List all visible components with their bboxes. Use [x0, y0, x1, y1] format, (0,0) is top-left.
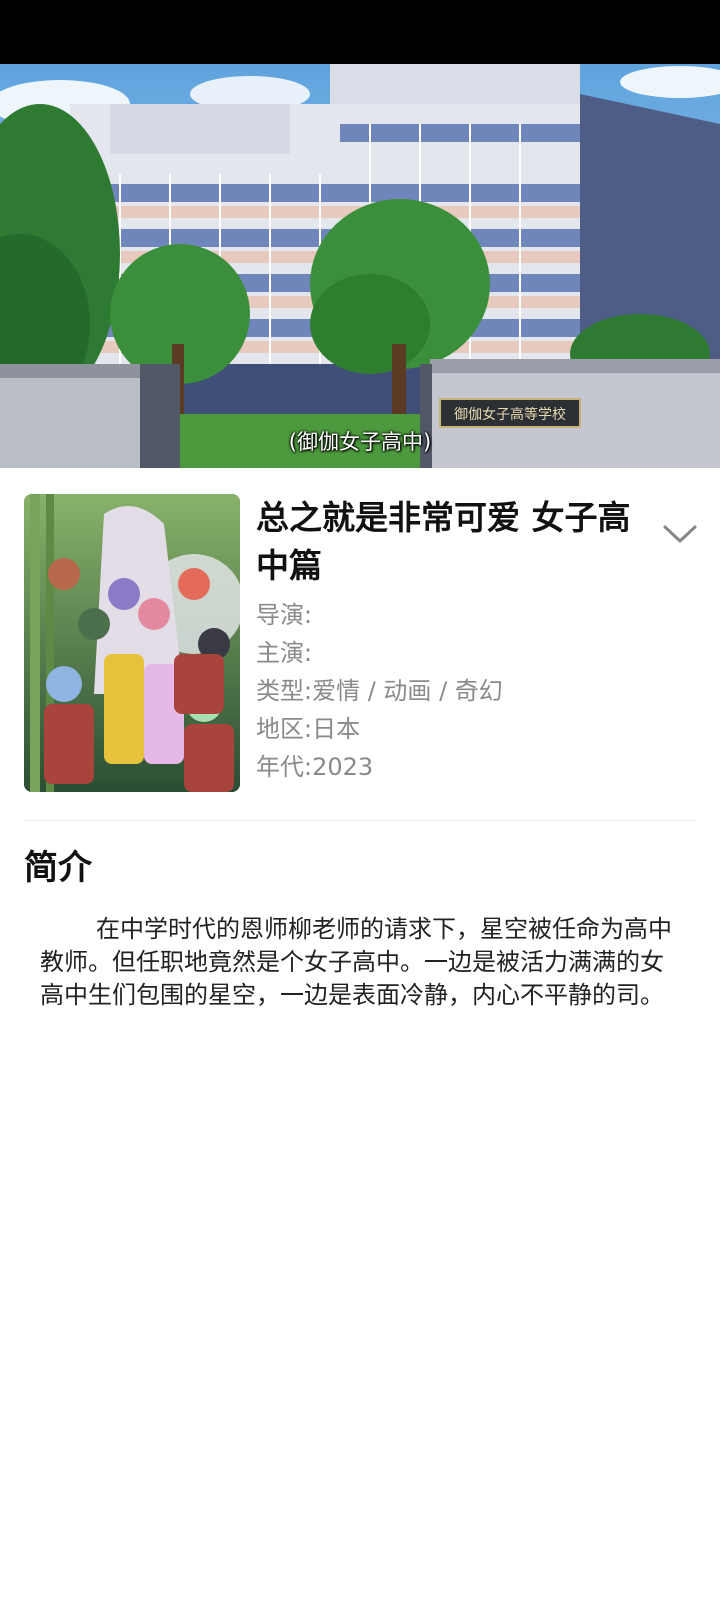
intro-body: 在中学时代的恩师柳老师的请求下，星空被任命为高中教师。但任职地竟然是个女子高中。…: [40, 915, 672, 1009]
meta-cast: 主演:: [256, 634, 503, 672]
meta-value: 爱情 / 动画 / 奇幻: [312, 677, 503, 705]
show-info: 总之就是非常可爱 女子高中篇 导演: 主演: 类型:爱情 / 动画 / 奇幻 地…: [0, 468, 720, 820]
show-poster[interactable]: [24, 494, 240, 792]
chevron-down-icon: [663, 525, 697, 543]
section-divider: [24, 820, 696, 821]
video-subtitle: (御伽女子高中): [288, 430, 432, 454]
video-player[interactable]: 御伽女子高等学校 (御伽女子高中): [0, 64, 720, 468]
meta-label: 主演:: [256, 639, 313, 667]
meta-label: 年代:: [256, 753, 313, 781]
meta-label: 类型:: [256, 677, 313, 705]
expand-details-button[interactable]: [660, 518, 700, 550]
status-bar: [0, 0, 720, 64]
video-frame-school-building: 御伽女子高等学校: [0, 64, 720, 468]
gate-sign-text: 御伽女子高等学校: [454, 406, 566, 423]
show-meta-list: 导演: 主演: 类型:爱情 / 动画 / 奇幻 地区:日本 年代:2023: [256, 596, 503, 786]
meta-value: 2023: [312, 753, 374, 781]
meta-label: 导演:: [256, 601, 313, 629]
meta-year: 年代:2023: [256, 748, 503, 786]
meta-region: 地区:日本: [256, 710, 503, 748]
meta-genre: 类型:爱情 / 动画 / 奇幻: [256, 672, 503, 710]
meta-value: 日本: [312, 715, 361, 743]
poster-artwork: [24, 494, 240, 792]
meta-director: 导演:: [256, 596, 503, 634]
show-title: 总之就是非常可爱 女子高中篇: [256, 498, 631, 585]
meta-label: 地区:: [256, 715, 313, 743]
intro-heading: 简介: [24, 848, 92, 888]
